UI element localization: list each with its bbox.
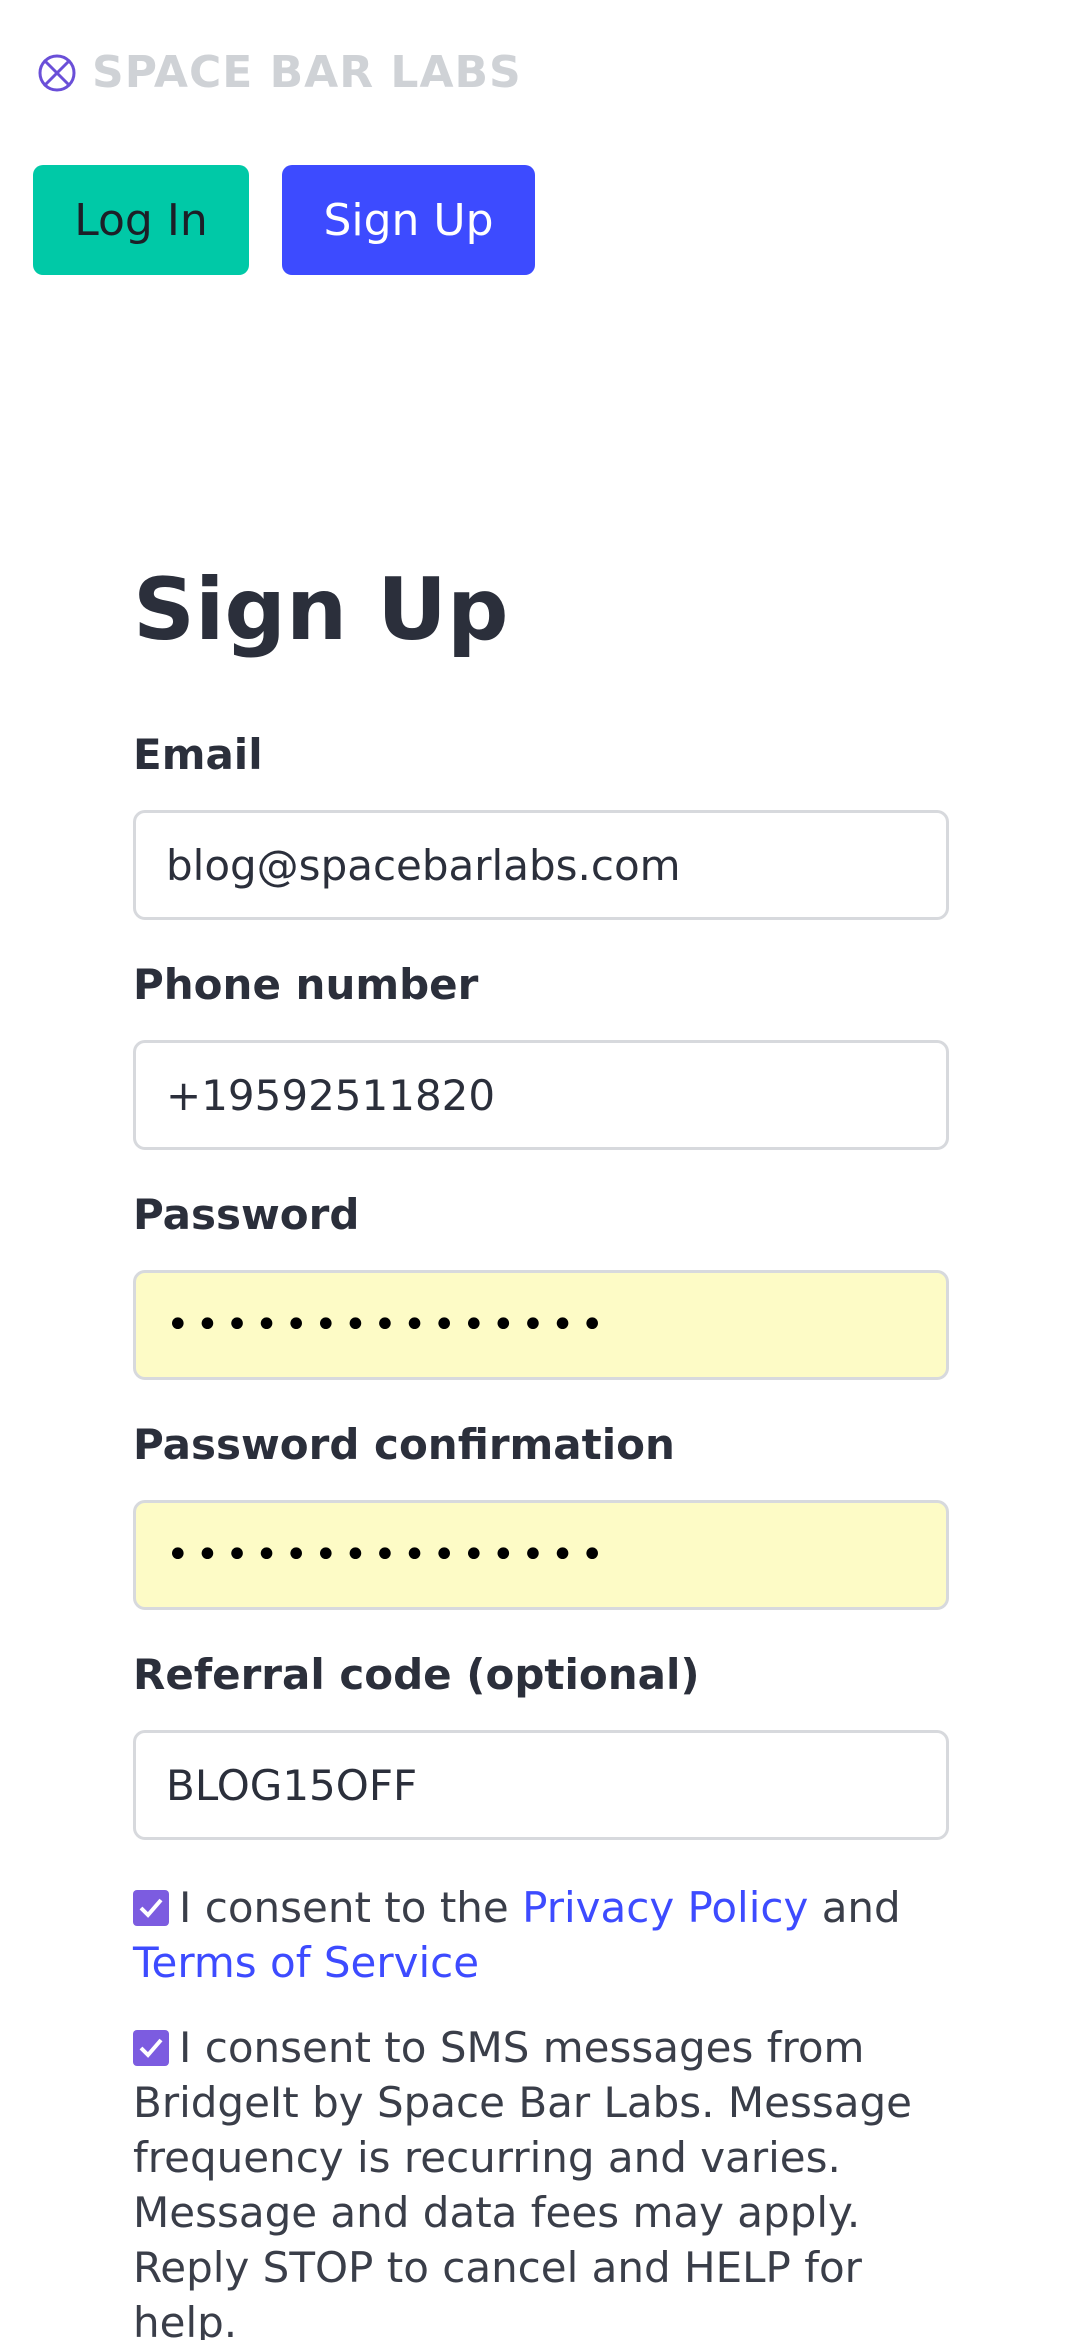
email-label: Email bbox=[133, 730, 263, 779]
password-confirmation-label: Password confirmation bbox=[133, 1420, 675, 1469]
referral-field-group: Referral code (optional) bbox=[133, 1650, 949, 1840]
email-field[interactable] bbox=[133, 810, 949, 920]
phone-label: Phone number bbox=[133, 960, 479, 1009]
phone-field[interactable] bbox=[133, 1040, 949, 1150]
terms-consent-middle: and bbox=[808, 1883, 901, 1932]
signup-page: SPACE BAR LABS Log In Sign Up Sign Up Em… bbox=[0, 0, 1080, 2340]
signup-nav-button[interactable]: Sign Up bbox=[282, 165, 535, 275]
page-title: Sign Up bbox=[133, 560, 509, 660]
privacy-policy-link[interactable]: Privacy Policy bbox=[522, 1883, 808, 1932]
brand-header[interactable]: SPACE BAR LABS bbox=[36, 47, 522, 98]
terms-consent-checkbox[interactable] bbox=[133, 1890, 169, 1926]
password-confirmation-field[interactable] bbox=[133, 1500, 949, 1610]
sms-consent-checkbox[interactable] bbox=[133, 2030, 169, 2066]
phone-field-group: Phone number bbox=[133, 960, 949, 1150]
email-field-group: Email bbox=[133, 730, 949, 920]
terms-of-service-link[interactable]: Terms of Service bbox=[133, 1938, 479, 1987]
password-field[interactable] bbox=[133, 1270, 949, 1380]
terms-consent-prefix: I consent to the bbox=[179, 1883, 523, 1932]
signup-form: Sign Up Email Phone number Password Pass… bbox=[133, 560, 949, 2340]
checkmark-icon bbox=[139, 1898, 163, 1918]
brand-name: SPACE BAR LABS bbox=[92, 47, 522, 98]
password-field-group: Password bbox=[133, 1190, 949, 1380]
sms-consent-text: I consent to SMS messages from BridgeIt … bbox=[133, 2023, 912, 2340]
login-button[interactable]: Log In bbox=[33, 165, 249, 275]
checkmark-icon bbox=[139, 2038, 163, 2058]
referral-label: Referral code (optional) bbox=[133, 1650, 700, 1699]
sms-consent: I consent to SMS messages from BridgeIt … bbox=[133, 2020, 949, 2340]
terms-consent: I consent to the Privacy Policy and Term… bbox=[133, 1880, 949, 1990]
planet-logo-icon bbox=[38, 54, 76, 92]
password-label: Password bbox=[133, 1190, 360, 1239]
auth-buttons: Log In Sign Up bbox=[33, 165, 535, 275]
referral-code-field[interactable] bbox=[133, 1730, 949, 1840]
password-confirmation-field-group: Password confirmation bbox=[133, 1420, 949, 1610]
